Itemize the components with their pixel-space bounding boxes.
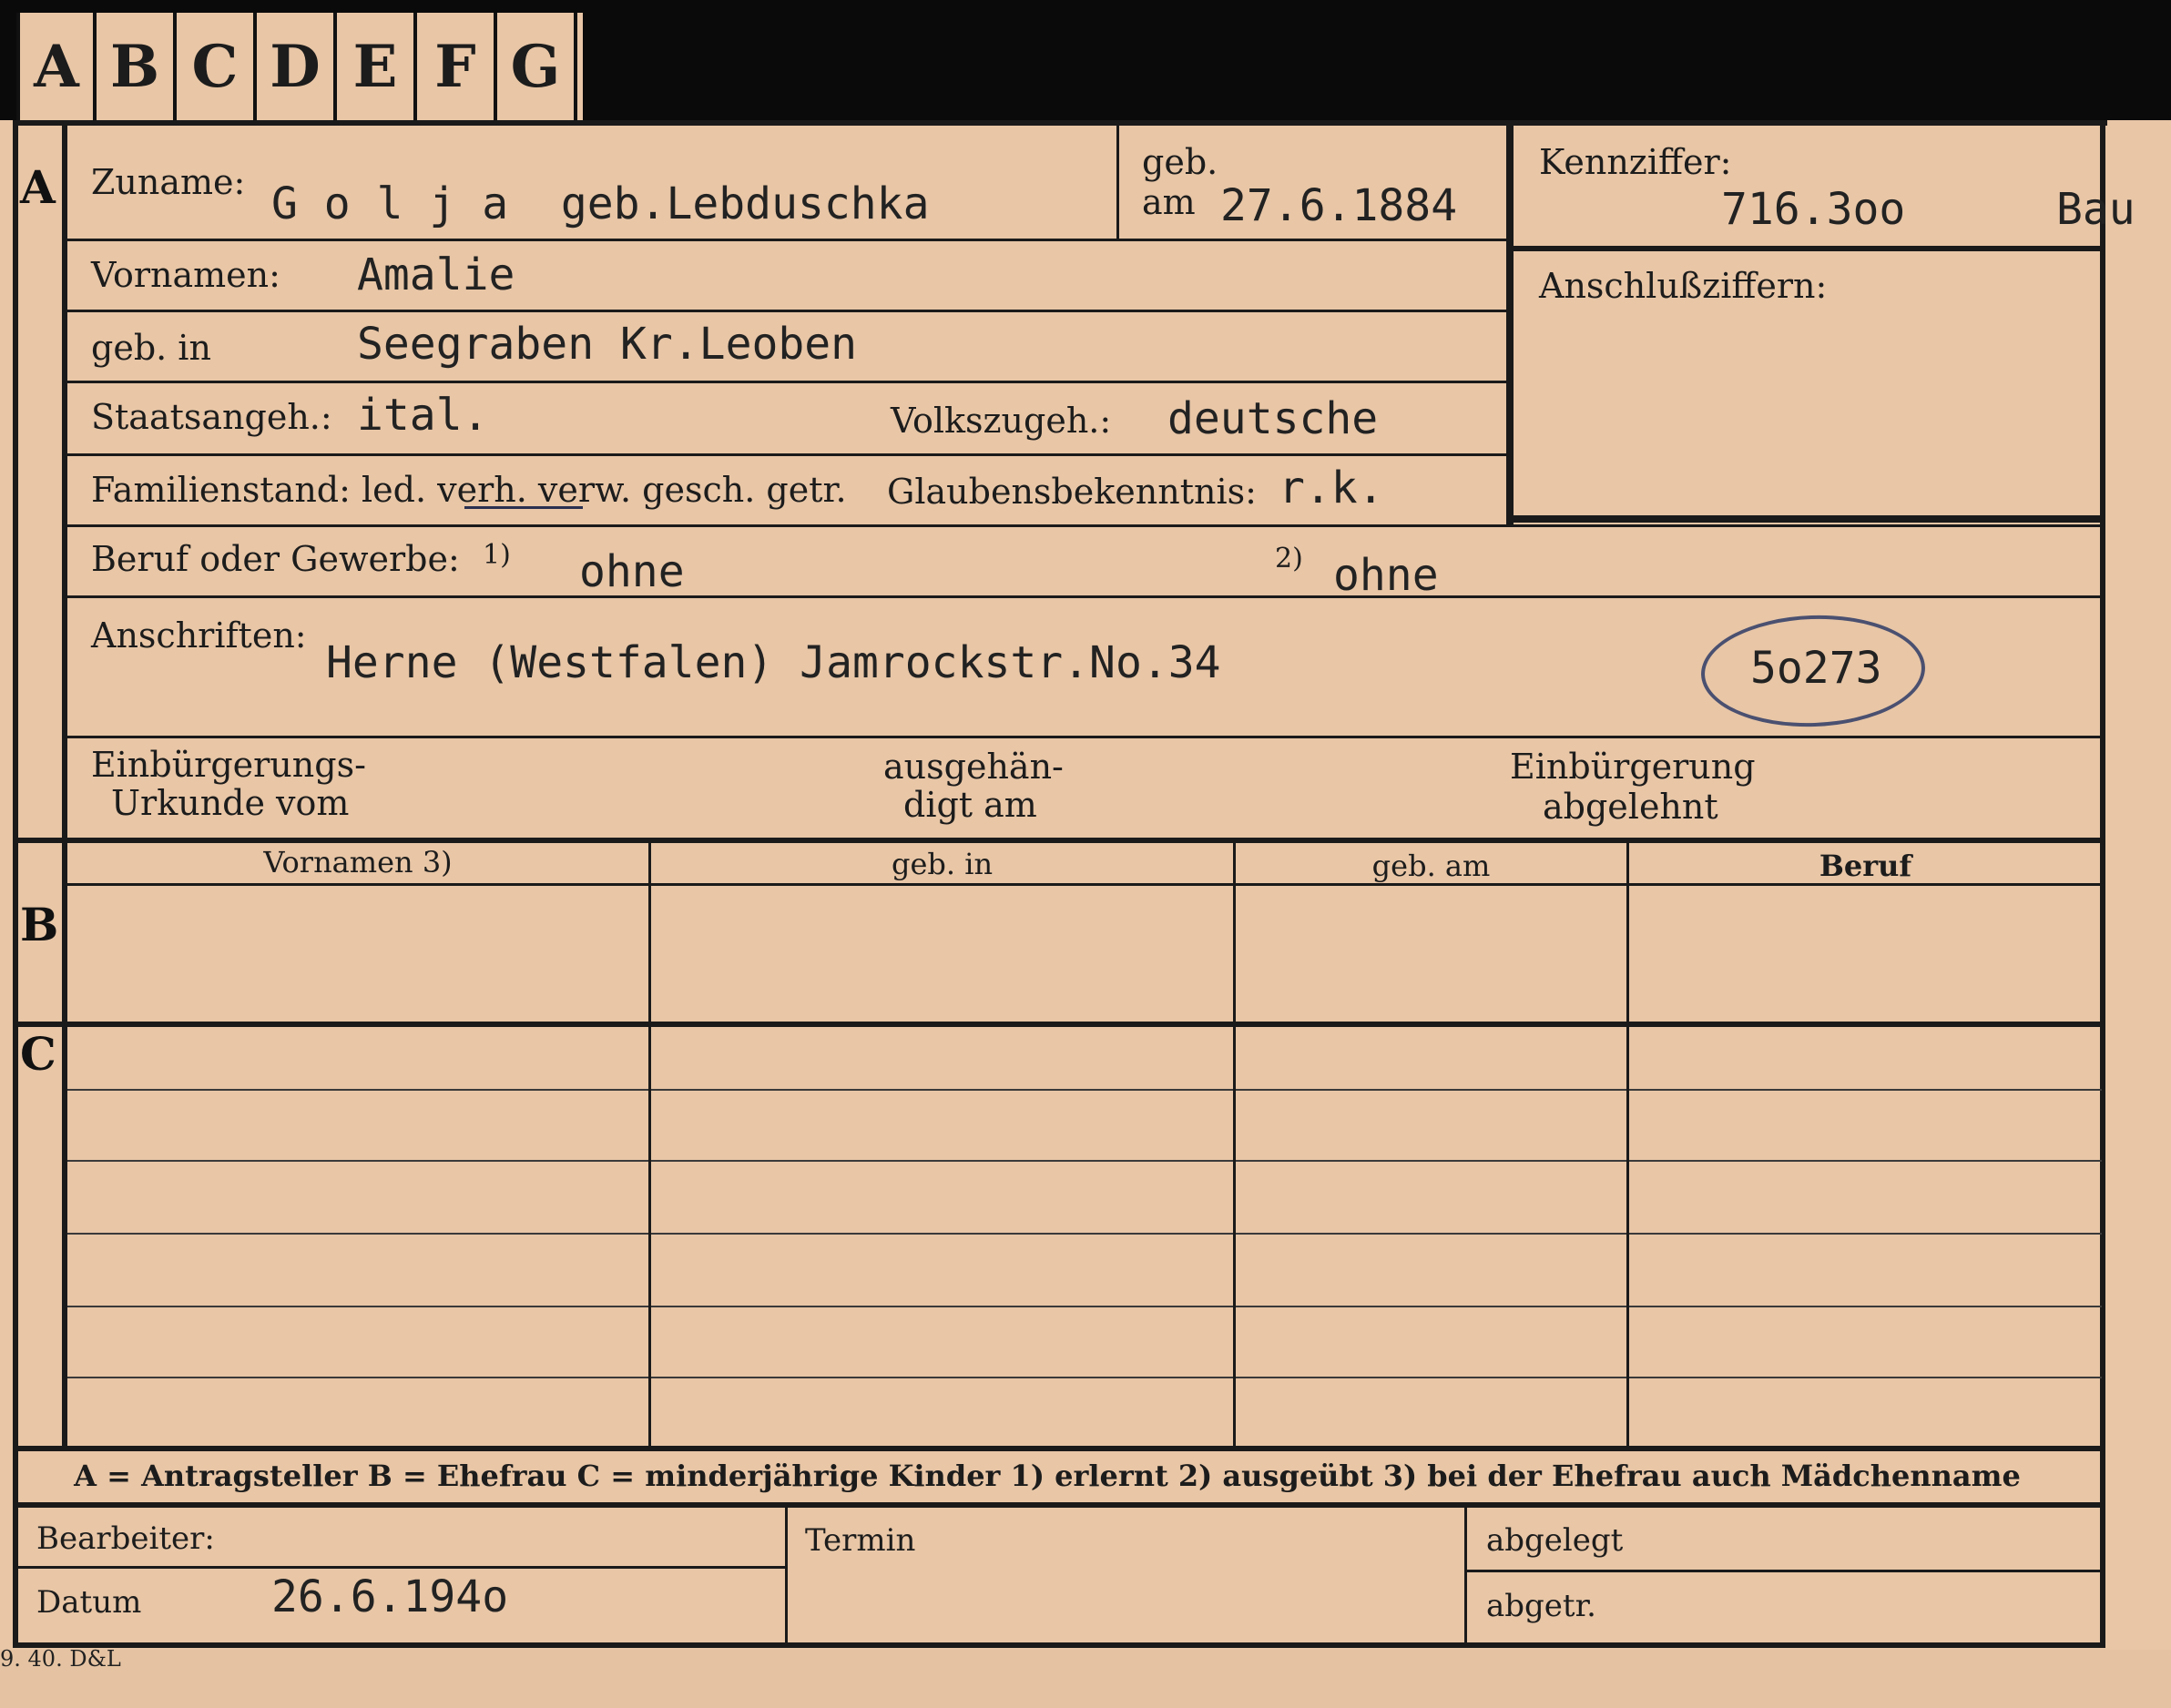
- rule-vornamen: [67, 310, 1506, 312]
- rule-geb-in: [67, 381, 1506, 383]
- section-c-top-rule: [13, 1022, 2105, 1027]
- abgetr-label: abgetr.: [1486, 1588, 1596, 1624]
- table-row-rule-4: [67, 1306, 2102, 1307]
- rule-familienstand: [67, 524, 2102, 527]
- table-header-geb-in: geb. in: [891, 847, 994, 881]
- tab-a[interactable]: A: [16, 13, 97, 120]
- am-label: am: [1142, 182, 1196, 222]
- table-header-geb-am: geb. am: [1371, 849, 1491, 883]
- section-b-top-rule: [13, 838, 2105, 843]
- geb-label: geb.: [1142, 142, 1218, 182]
- ausgehaendigt-label-1: ausgehän-: [883, 747, 1064, 787]
- card-bottom-margin: [0, 1650, 2171, 1708]
- datum-label: Datum: [36, 1584, 142, 1621]
- staatsangeh-label: Staatsangeh.:: [91, 397, 332, 437]
- section-column-divider: [62, 120, 67, 1446]
- index-tabs: A B C D E F G: [16, 13, 583, 120]
- table-header-rule: [67, 883, 2102, 886]
- geb-am-value: 27.6.1884: [1220, 180, 1458, 231]
- table-row-rule-3: [67, 1233, 2102, 1235]
- beruf-note-1: 1): [483, 539, 511, 571]
- beruf-label: Beruf oder Gewerbe:: [91, 539, 460, 579]
- volkszugeh-label: Volkszugeh.:: [891, 401, 1112, 441]
- ausgehaendigt-label-2: digt am: [903, 785, 1037, 825]
- table-header-beruf: Beruf: [1819, 849, 1912, 883]
- table-col-divider-1: [648, 841, 651, 1446]
- section-c-label: C: [20, 1027, 56, 1081]
- table-row-rule-5: [67, 1377, 2102, 1378]
- einbuergerungs-urkunde-label-1: Einbürgerungs-: [91, 745, 366, 785]
- abgelegt-label: abgelegt: [1486, 1522, 1624, 1559]
- kennziffer-box-bottom: [1514, 515, 2102, 523]
- footer-right-rule: [1467, 1570, 2102, 1572]
- glaubensbekenntnis-value: r.k.: [1279, 463, 1384, 513]
- beruf-erlernt-value: ohne: [579, 546, 685, 597]
- familienstand-label: Familienstand: led. verh. verw. gesch. g…: [91, 470, 847, 510]
- zuname-value: G o l j a geb.Lebduschka: [271, 178, 930, 229]
- footer-divider-1: [785, 1508, 788, 1644]
- tab-f[interactable]: F: [417, 13, 497, 120]
- anschriften-label: Anschriften:: [91, 615, 307, 656]
- section-a-label: A: [20, 160, 56, 214]
- kennziffer-value: 716.3oo: [1721, 184, 1906, 235]
- anschrift-value: Herne (Westfalen) Jamrockstr.No.34: [326, 637, 1221, 688]
- legend-bottom-rule: [13, 1502, 2105, 1508]
- beruf-note-2: 2): [1275, 543, 1303, 574]
- rule-anschriften: [67, 736, 2102, 738]
- frame-top: [13, 120, 2107, 126]
- vornamen-value: Amalie: [357, 249, 515, 300]
- rule-staatsangeh: [67, 453, 1506, 456]
- table-row-rule-2: [67, 1160, 2102, 1162]
- tab-b[interactable]: B: [97, 13, 177, 120]
- tab-d[interactable]: D: [257, 13, 337, 120]
- einbuergerungs-urkunde-label-2: Urkunde vom: [111, 783, 350, 823]
- frame-left: [13, 120, 18, 1646]
- einbuergerung-abgelehnt-label-1: Einbürgerung: [1510, 747, 1756, 787]
- geb-in-label: geb. in: [91, 328, 211, 368]
- rule-zuname: [67, 239, 1506, 241]
- kennziffer-label: Kennziffer:: [1539, 142, 1732, 182]
- vornamen-label: Vornamen:: [91, 255, 280, 295]
- einbuergerung-abgelehnt-label-2: abgelehnt: [1543, 787, 1718, 827]
- legend-text: A = Antragsteller B = Ehefrau C = minder…: [74, 1459, 2021, 1493]
- rule-beruf: [67, 595, 2102, 598]
- geb-in-value: Seegraben Kr.Leoben: [357, 319, 858, 370]
- anschlussziffern-label: Anschlußziffern:: [1539, 266, 1828, 306]
- familienstand-verw-underline: [464, 506, 583, 509]
- footer-divider-2: [1464, 1508, 1467, 1644]
- datum-value: 26.6.194o: [271, 1571, 509, 1622]
- staatsangeh-value: ital.: [357, 390, 489, 441]
- footer-left-rule: [18, 1566, 785, 1569]
- card-right-margin: [2102, 120, 2171, 1650]
- zuname-label: Zuname:: [91, 162, 246, 202]
- kennziffer-box-divider: [1514, 246, 2102, 251]
- frame-bottom: [13, 1642, 2105, 1648]
- termin-label: Termin: [805, 1522, 916, 1559]
- table-header-vornamen: Vornamen 3): [263, 845, 453, 879]
- circled-number-value: 5o273: [1750, 643, 1882, 694]
- bearbeiter-label: Bearbeiter:: [36, 1520, 215, 1557]
- table-col-divider-2: [1233, 841, 1236, 1446]
- section-b-label: B: [20, 898, 59, 951]
- tab-e[interactable]: E: [337, 13, 417, 120]
- print-code: 9. 40. D&L: [0, 1646, 121, 1672]
- rule-geb-am-divider: [1116, 126, 1119, 240]
- tab-c[interactable]: C: [177, 13, 257, 120]
- kennziffer-suffix: Bau: [2056, 184, 2135, 235]
- kennziffer-box-left: [1506, 126, 1514, 526]
- volkszugeh-value: deutsche: [1167, 393, 1379, 444]
- beruf-ausgeuebt-value: ohne: [1333, 550, 1439, 601]
- tab-g[interactable]: G: [497, 13, 577, 120]
- glaubensbekenntnis-label: Glaubensbekenntnis:: [887, 472, 1257, 512]
- table-col-divider-3: [1626, 841, 1629, 1446]
- table-row-rule-1: [67, 1089, 2102, 1091]
